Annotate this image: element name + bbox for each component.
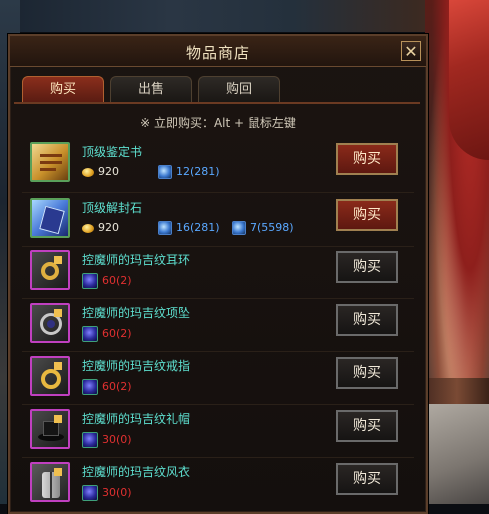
gem-price: 12(281) (158, 165, 220, 179)
character-hair (449, 0, 489, 160)
close-button[interactable]: ✕ (401, 41, 421, 61)
orb-price: 60(2) (82, 273, 132, 289)
purple-orb-icon (82, 273, 98, 289)
orb-price: 30(0) (82, 485, 132, 501)
purple-orb-icon (82, 432, 98, 448)
item-name: 顶级解封石 (82, 201, 143, 215)
tab-buy[interactable]: 购买 (22, 76, 104, 102)
row-divider (22, 192, 414, 193)
gem-price-2: 7(5598) (232, 221, 294, 235)
list-item: 控魔师的玛吉纹戒指 60(2) 购买 (26, 354, 406, 406)
purple-orb-icon (82, 485, 98, 501)
row-divider (22, 298, 414, 299)
item-shop-window: 物品商店 ✕ 购买 出售 购回 ※ 立即购买：Alt + 鼠标左键 顶级鉴定书 … (8, 34, 428, 514)
ring-icon[interactable] (30, 356, 70, 396)
blue-crystal-icon (232, 221, 246, 235)
row-divider (22, 246, 414, 247)
buy-button[interactable]: 购买 (336, 251, 398, 283)
tab-divider (14, 102, 420, 104)
orb-price: 60(2) (82, 326, 132, 342)
purple-orb-icon (82, 379, 98, 395)
list-item: 控魔师的玛吉纹耳环 60(2) 购买 (26, 248, 406, 300)
window-title: 物品商店 (185, 44, 250, 62)
buy-button[interactable]: 购买 (336, 463, 398, 495)
gold-coin-icon (82, 223, 94, 233)
list-item: 控魔师的玛吉纹风衣 30(0) 购买 (26, 460, 406, 512)
item-name: 控魔师的玛吉纹项坠 (82, 306, 191, 320)
buy-button[interactable]: 购买 (336, 304, 398, 336)
buy-button[interactable]: 购买 (336, 410, 398, 442)
list-item: 控魔师的玛吉纹礼帽 30(0) 购买 (26, 407, 406, 459)
scroll-icon[interactable] (30, 142, 70, 182)
window-titlebar[interactable]: 物品商店 ✕ (10, 36, 426, 67)
item-name: 控魔师的玛吉纹风衣 (82, 465, 191, 479)
list-item: 控魔师的玛吉纹项坠 60(2) 购买 (26, 301, 406, 353)
quick-buy-hint: ※ 立即购买：Alt + 鼠标左键 (140, 116, 296, 130)
purple-orb-icon (82, 326, 98, 342)
buy-button[interactable]: 购买 (336, 143, 398, 175)
gold-price: 920 (82, 165, 119, 178)
top-hat-icon[interactable] (30, 409, 70, 449)
list-item: 顶级鉴定书 920 12(281) 购买 (26, 140, 406, 192)
character-cloth (425, 404, 489, 504)
item-name: 控魔师的玛吉纹戒指 (82, 359, 191, 373)
pendant-icon[interactable] (30, 303, 70, 343)
list-item: 顶级解封石 920 16(281) 7(5598) 购买 (26, 196, 406, 248)
gold-price: 920 (82, 221, 119, 234)
unseal-stone-icon[interactable] (30, 198, 70, 238)
buy-button[interactable]: 购买 (336, 357, 398, 389)
background-scene-top (0, 0, 489, 32)
item-name: 控魔师的玛吉纹耳环 (82, 253, 191, 267)
earring-icon[interactable] (30, 250, 70, 290)
tab-buyback[interactable]: 购回 (198, 76, 280, 102)
blue-crystal-icon (158, 221, 172, 235)
item-name: 控魔师的玛吉纹礼帽 (82, 412, 191, 426)
item-name: 顶级鉴定书 (82, 145, 143, 159)
orb-price: 30(0) (82, 432, 132, 448)
coat-icon[interactable] (30, 462, 70, 502)
row-divider (22, 351, 414, 352)
row-divider (22, 404, 414, 405)
buy-button[interactable]: 购买 (336, 199, 398, 231)
orb-price: 60(2) (82, 379, 132, 395)
tab-sell[interactable]: 出售 (110, 76, 192, 102)
character-belt (425, 378, 489, 404)
row-divider (22, 457, 414, 458)
blue-crystal-icon (158, 165, 172, 179)
gem-price: 16(281) (158, 221, 220, 235)
gold-coin-icon (82, 167, 94, 177)
